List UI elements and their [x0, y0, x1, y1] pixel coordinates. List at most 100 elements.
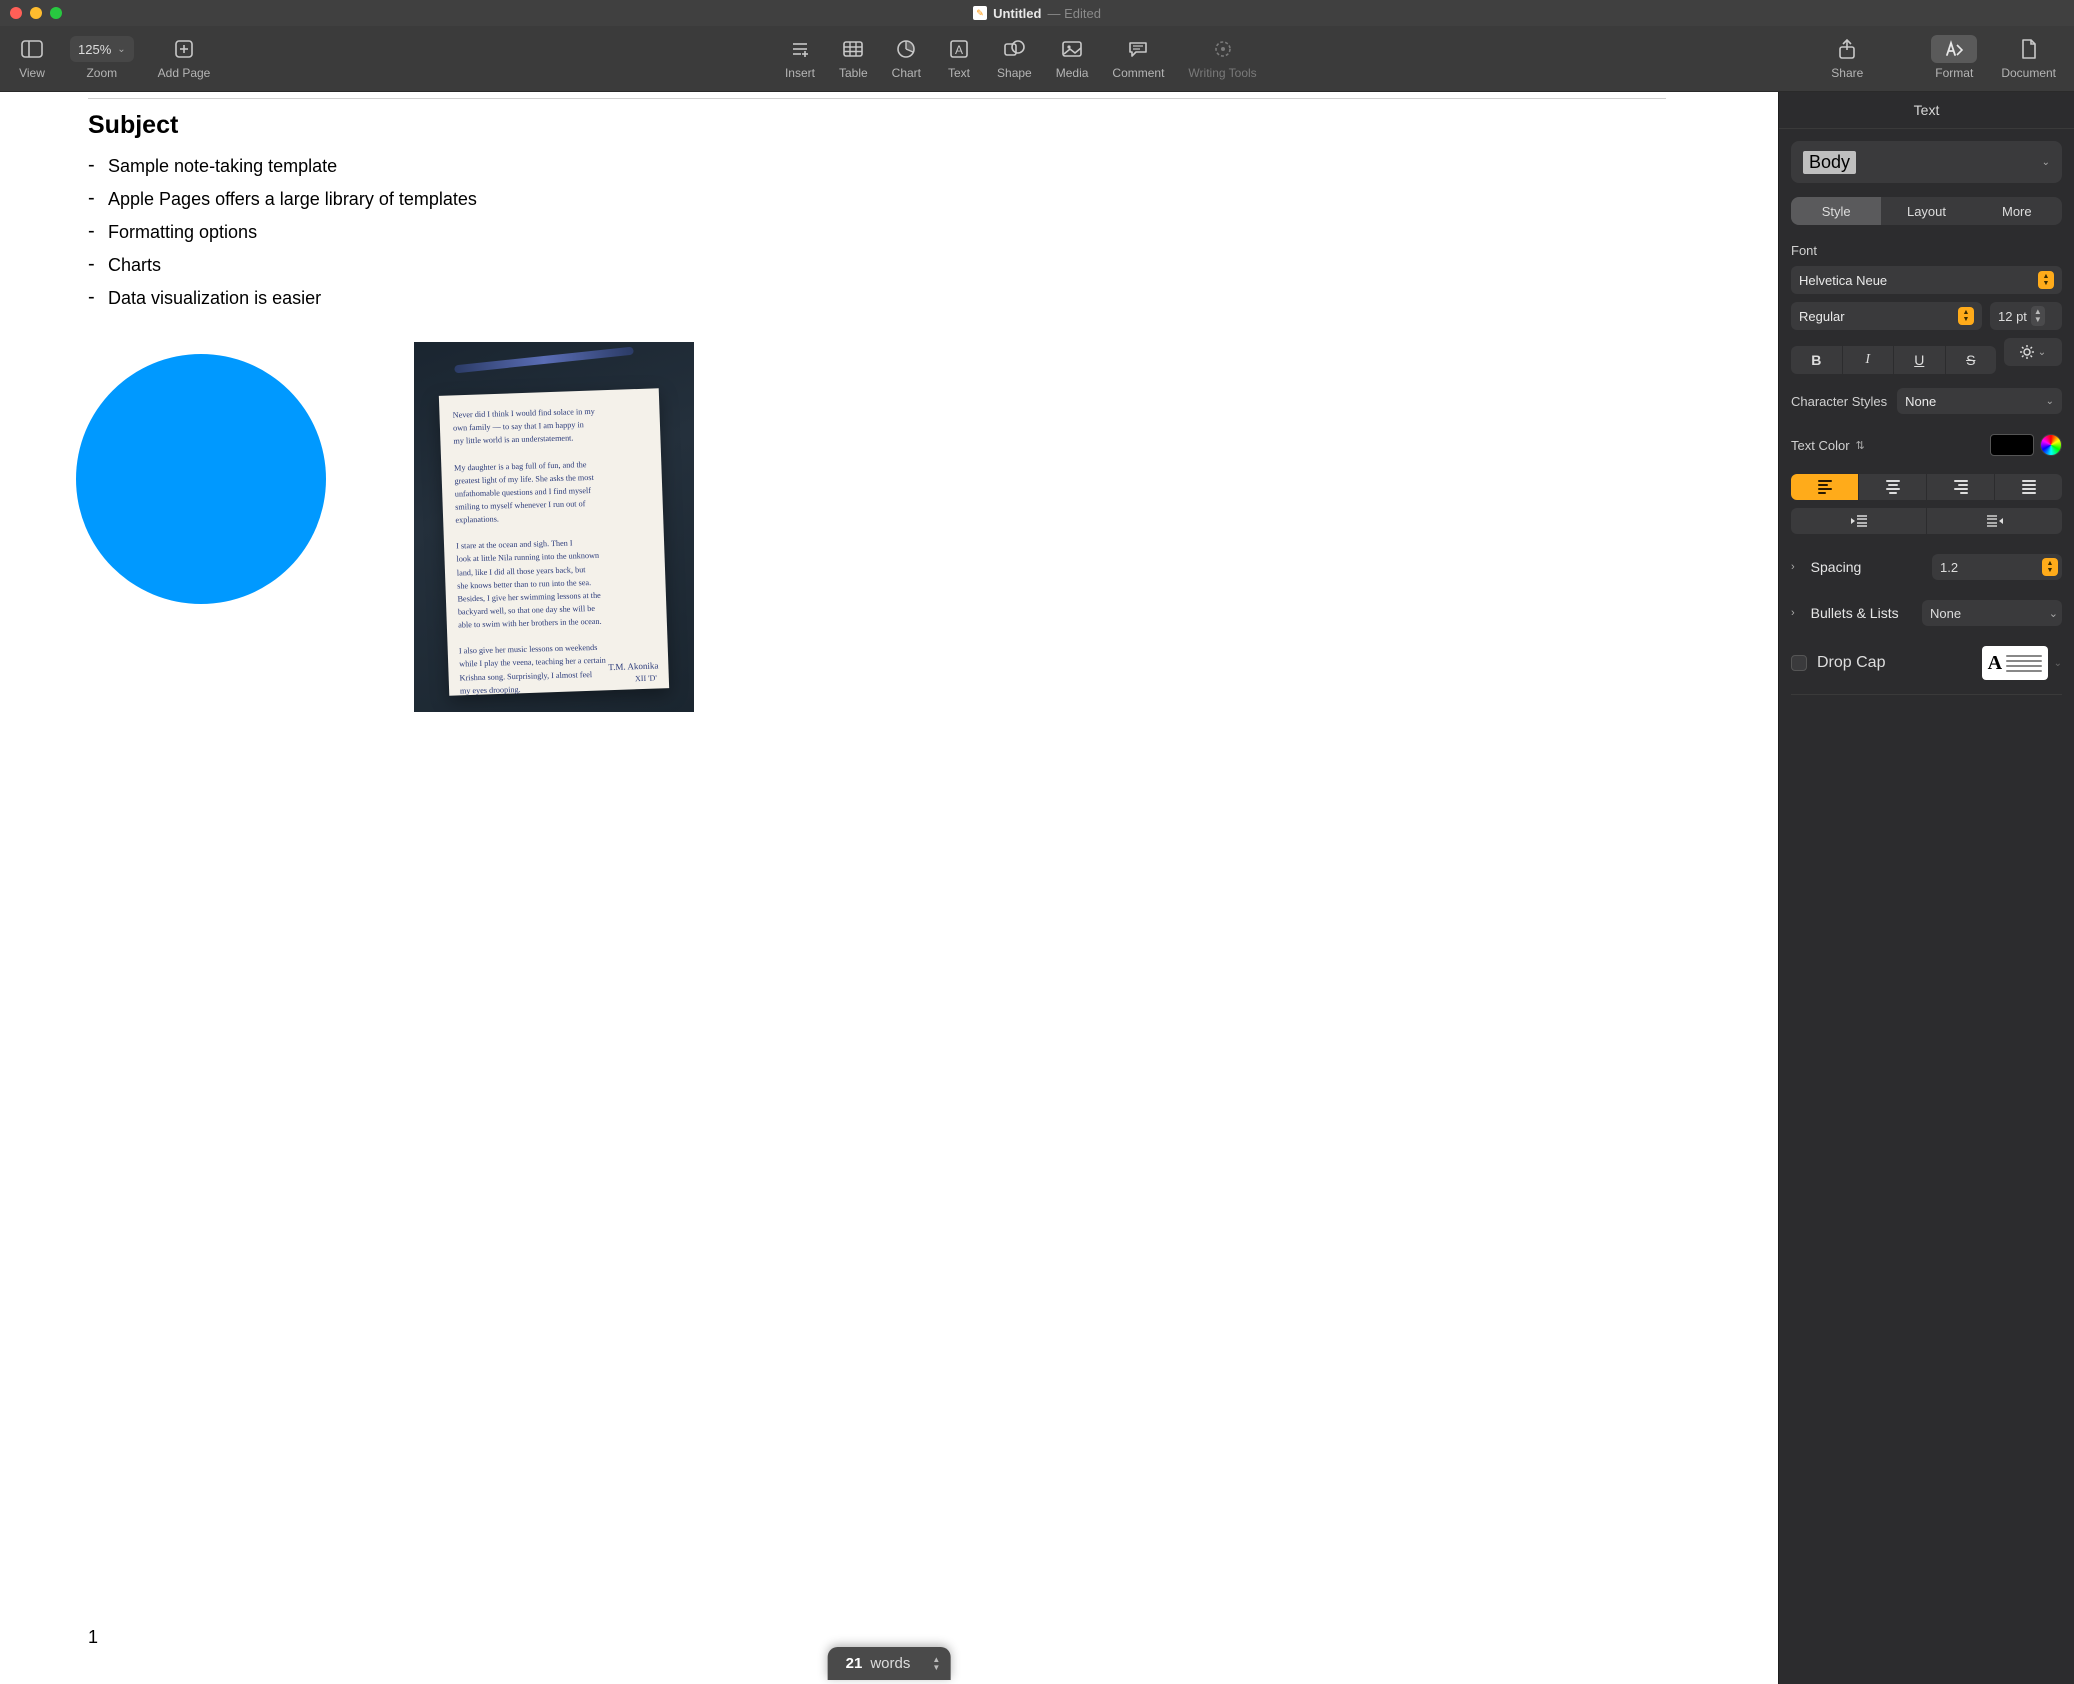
stepper-icon[interactable]: ▲▼	[2031, 306, 2045, 326]
character-styles-label: Character Styles	[1791, 394, 1887, 409]
word-count-number: 21	[846, 1655, 863, 1672]
table-button[interactable]: Table	[829, 30, 878, 91]
text-label: Text	[948, 66, 970, 80]
disclosure-caret-icon: ›	[1791, 607, 1795, 619]
svg-text:A: A	[955, 43, 963, 57]
add-page-label: Add Page	[158, 66, 211, 80]
indent-segment	[1791, 508, 2062, 534]
color-wheel-button[interactable]	[2040, 434, 2062, 456]
close-window-button[interactable]	[10, 7, 22, 19]
insert-button[interactable]: Insert	[775, 30, 825, 91]
table-label: Table	[839, 66, 868, 80]
word-count-label: words	[870, 1655, 910, 1672]
tab-layout[interactable]: Layout	[1881, 197, 1971, 225]
zoom-control[interactable]: 125% ⌄ Zoom	[60, 30, 144, 91]
list-item[interactable]: Sample note-taking template	[88, 150, 1666, 183]
toolbar: View 125% ⌄ Zoom Add Page Insert Table	[0, 26, 2074, 92]
strikethrough-button[interactable]: S	[1946, 346, 1997, 374]
bullet-list[interactable]: Sample note-taking template Apple Pages …	[88, 150, 1666, 315]
word-count-pill[interactable]: 21 words ▲▼	[828, 1647, 951, 1680]
format-button[interactable]: Format	[1921, 30, 1987, 91]
bullets-select[interactable]: None ⌄	[1922, 600, 2062, 626]
text-align-segment	[1791, 474, 2062, 500]
chart-label: Chart	[892, 66, 921, 80]
word-count-stepper-icon[interactable]: ▲▼	[932, 1656, 940, 1672]
media-button[interactable]: Media	[1046, 30, 1099, 91]
font-style-segment: B I U S	[1791, 346, 1996, 374]
chart-button[interactable]: Chart	[882, 30, 931, 91]
page-number: 1	[88, 1627, 98, 1648]
font-family-select[interactable]: Helvetica Neue ▲▼	[1791, 266, 2062, 294]
document-name: Untitled	[993, 6, 1041, 21]
font-weight-select[interactable]: Regular ▲▼	[1791, 302, 1982, 330]
spacing-label: Spacing	[1811, 559, 1922, 575]
chevron-down-icon: ⌄	[2046, 396, 2054, 407]
document-button[interactable]: Document	[1991, 30, 2066, 91]
italic-button[interactable]: I	[1843, 346, 1895, 374]
share-button[interactable]: Share	[1821, 30, 1873, 91]
increase-indent-button[interactable]	[1927, 508, 2062, 534]
advanced-font-button[interactable]: ⌄	[2004, 338, 2062, 366]
bullets-label: Bullets & Lists	[1811, 605, 1912, 621]
shape-label: Shape	[997, 66, 1032, 80]
text-button[interactable]: A Text	[935, 30, 983, 91]
chevron-down-icon: ⌄	[2038, 347, 2046, 358]
photo-class-label: XII 'D'	[635, 673, 657, 683]
list-item[interactable]: Charts	[88, 249, 1666, 282]
list-item[interactable]: Formatting options	[88, 216, 1666, 249]
stepper-knob-icon: ▲▼	[2042, 558, 2058, 576]
subject-heading[interactable]: Subject	[88, 111, 1666, 140]
bullets-row[interactable]: › Bullets & Lists None ⌄	[1791, 600, 2062, 626]
bold-button[interactable]: B	[1791, 346, 1843, 374]
inspector-panel: Text Body ⌄ Style Layout More Font Helve…	[1778, 92, 2074, 1684]
writing-tools-button[interactable]: Writing Tools	[1178, 30, 1266, 91]
chevron-down-icon: ⌄	[2049, 607, 2058, 620]
add-page-button[interactable]: Add Page	[148, 30, 221, 91]
titlebar: ✎ Untitled — Edited	[0, 0, 2074, 26]
disclosure-caret-icon: ›	[1791, 561, 1795, 573]
font-weight-value: Regular	[1799, 309, 1845, 324]
view-button[interactable]: View	[8, 30, 56, 91]
blue-circle-shape[interactable]	[76, 354, 326, 604]
spacing-row[interactable]: › Spacing 1.2 ▲▼	[1791, 554, 2062, 580]
character-styles-select[interactable]: None ⌄	[1897, 388, 2062, 414]
dropcap-preview-button[interactable]: A	[1982, 646, 2048, 680]
list-item[interactable]: Apple Pages offers a large library of te…	[88, 183, 1666, 216]
tab-style[interactable]: Style	[1791, 197, 1881, 225]
inserted-photo[interactable]: Never did I think I would find solace in…	[414, 342, 694, 712]
text-color-swatch[interactable]	[1990, 434, 2034, 456]
comment-label: Comment	[1112, 66, 1164, 80]
document-canvas[interactable]: Subject Sample note-taking template Appl…	[0, 92, 1778, 1684]
stepper-knob-icon: ▲▼	[2038, 271, 2054, 289]
fullscreen-window-button[interactable]	[50, 7, 62, 19]
window-controls	[10, 7, 62, 19]
list-item[interactable]: Data visualization is easier	[88, 282, 1666, 315]
align-justify-button[interactable]	[1995, 474, 2062, 500]
font-family-value: Helvetica Neue	[1799, 273, 1887, 288]
align-left-button[interactable]	[1791, 474, 1859, 500]
tab-more[interactable]: More	[1972, 197, 2062, 225]
updown-icon: ⇅	[1856, 439, 1865, 452]
spacing-select[interactable]: 1.2 ▲▼	[1932, 554, 2062, 580]
share-label: Share	[1831, 66, 1863, 80]
chevron-down-icon: ⌄	[117, 44, 125, 55]
font-size-input[interactable]: 12 pt ▲▼	[1990, 302, 2062, 330]
format-label: Format	[1935, 66, 1973, 80]
font-section-label: Font	[1791, 243, 2062, 258]
decrease-indent-button[interactable]	[1791, 508, 1927, 534]
paragraph-style-select[interactable]: Body ⌄	[1791, 141, 2062, 183]
align-right-button[interactable]	[1927, 474, 1995, 500]
window-title: ✎ Untitled — Edited	[0, 6, 2074, 21]
minimize-window-button[interactable]	[30, 7, 42, 19]
dropcap-checkbox[interactable]	[1791, 655, 1807, 671]
comment-button[interactable]: Comment	[1102, 30, 1174, 91]
bullets-value: None	[1930, 606, 1961, 621]
text-color-label: Text Color	[1791, 438, 1850, 453]
photo-signature: T.M. Akonika	[608, 660, 658, 672]
underline-button[interactable]: U	[1894, 346, 1946, 374]
align-center-button[interactable]	[1859, 474, 1927, 500]
dropcap-a-icon: A	[1988, 652, 2002, 675]
photo-handwriting: Never did I think I would find solace in…	[453, 403, 656, 697]
shape-button[interactable]: Shape	[987, 30, 1042, 91]
writing-tools-label: Writing Tools	[1188, 66, 1256, 80]
